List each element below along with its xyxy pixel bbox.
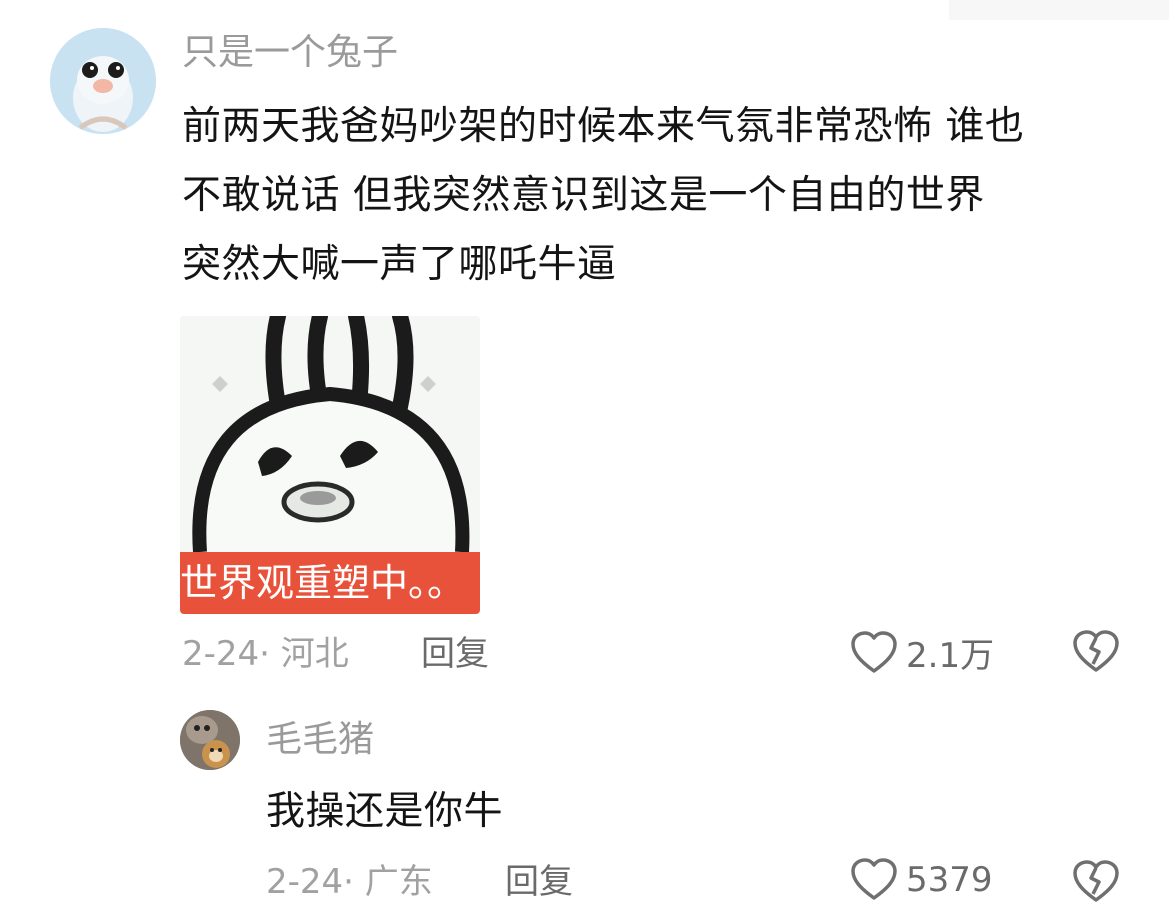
reply-username[interactable]: 毛毛猪: [266, 718, 374, 762]
like-button[interactable]: 2.1万: [850, 628, 994, 677]
sticker-image[interactable]: 世界观重塑中。。: [180, 316, 480, 614]
broken-heart-icon: [1073, 860, 1119, 902]
reply-text: 我操还是你牛: [266, 789, 504, 834]
top-edge-shade: [949, 0, 1169, 20]
like-button[interactable]: 5379: [850, 858, 993, 902]
broken-heart-icon: [1073, 630, 1119, 672]
dislike-button[interactable]: [1072, 630, 1120, 678]
reply-button[interactable]: 回复: [505, 862, 573, 902]
like-count: 5379: [906, 860, 993, 900]
comment-text: 前两天我爸妈吵架的时候本来气氛非常恐怖 谁也 不敢说话 但我突然意识到这是一个自…: [182, 92, 1024, 299]
comment-text-line: 不敢说话 但我突然意识到这是一个自由的世界: [182, 173, 985, 218]
comment-text-line: 前两天我爸妈吵架的时候本来气氛非常恐怖 谁也: [182, 104, 1025, 149]
avatar-image: [50, 28, 156, 134]
dislike-button[interactable]: [1072, 860, 1120, 908]
avatar[interactable]: [180, 710, 240, 770]
heart-outline-icon: [851, 858, 897, 900]
like-count: 2.1万: [906, 636, 995, 676]
avatar[interactable]: [50, 28, 156, 134]
comment-username[interactable]: 只是一个兔子: [182, 31, 398, 75]
sticker-caption: 世界观重塑中。。: [180, 552, 480, 614]
reply-button[interactable]: 回复: [421, 634, 489, 674]
heart-outline-icon: [851, 630, 897, 673]
reply-date-location: 2-24· 广东: [266, 862, 433, 902]
rabbit-sticker-drawing: [180, 316, 480, 553]
comment-text-line: 突然大喊一声了哪吒牛逼: [182, 242, 617, 287]
comment-date-location: 2-24· 河北: [182, 634, 349, 674]
avatar-image: [180, 710, 240, 770]
